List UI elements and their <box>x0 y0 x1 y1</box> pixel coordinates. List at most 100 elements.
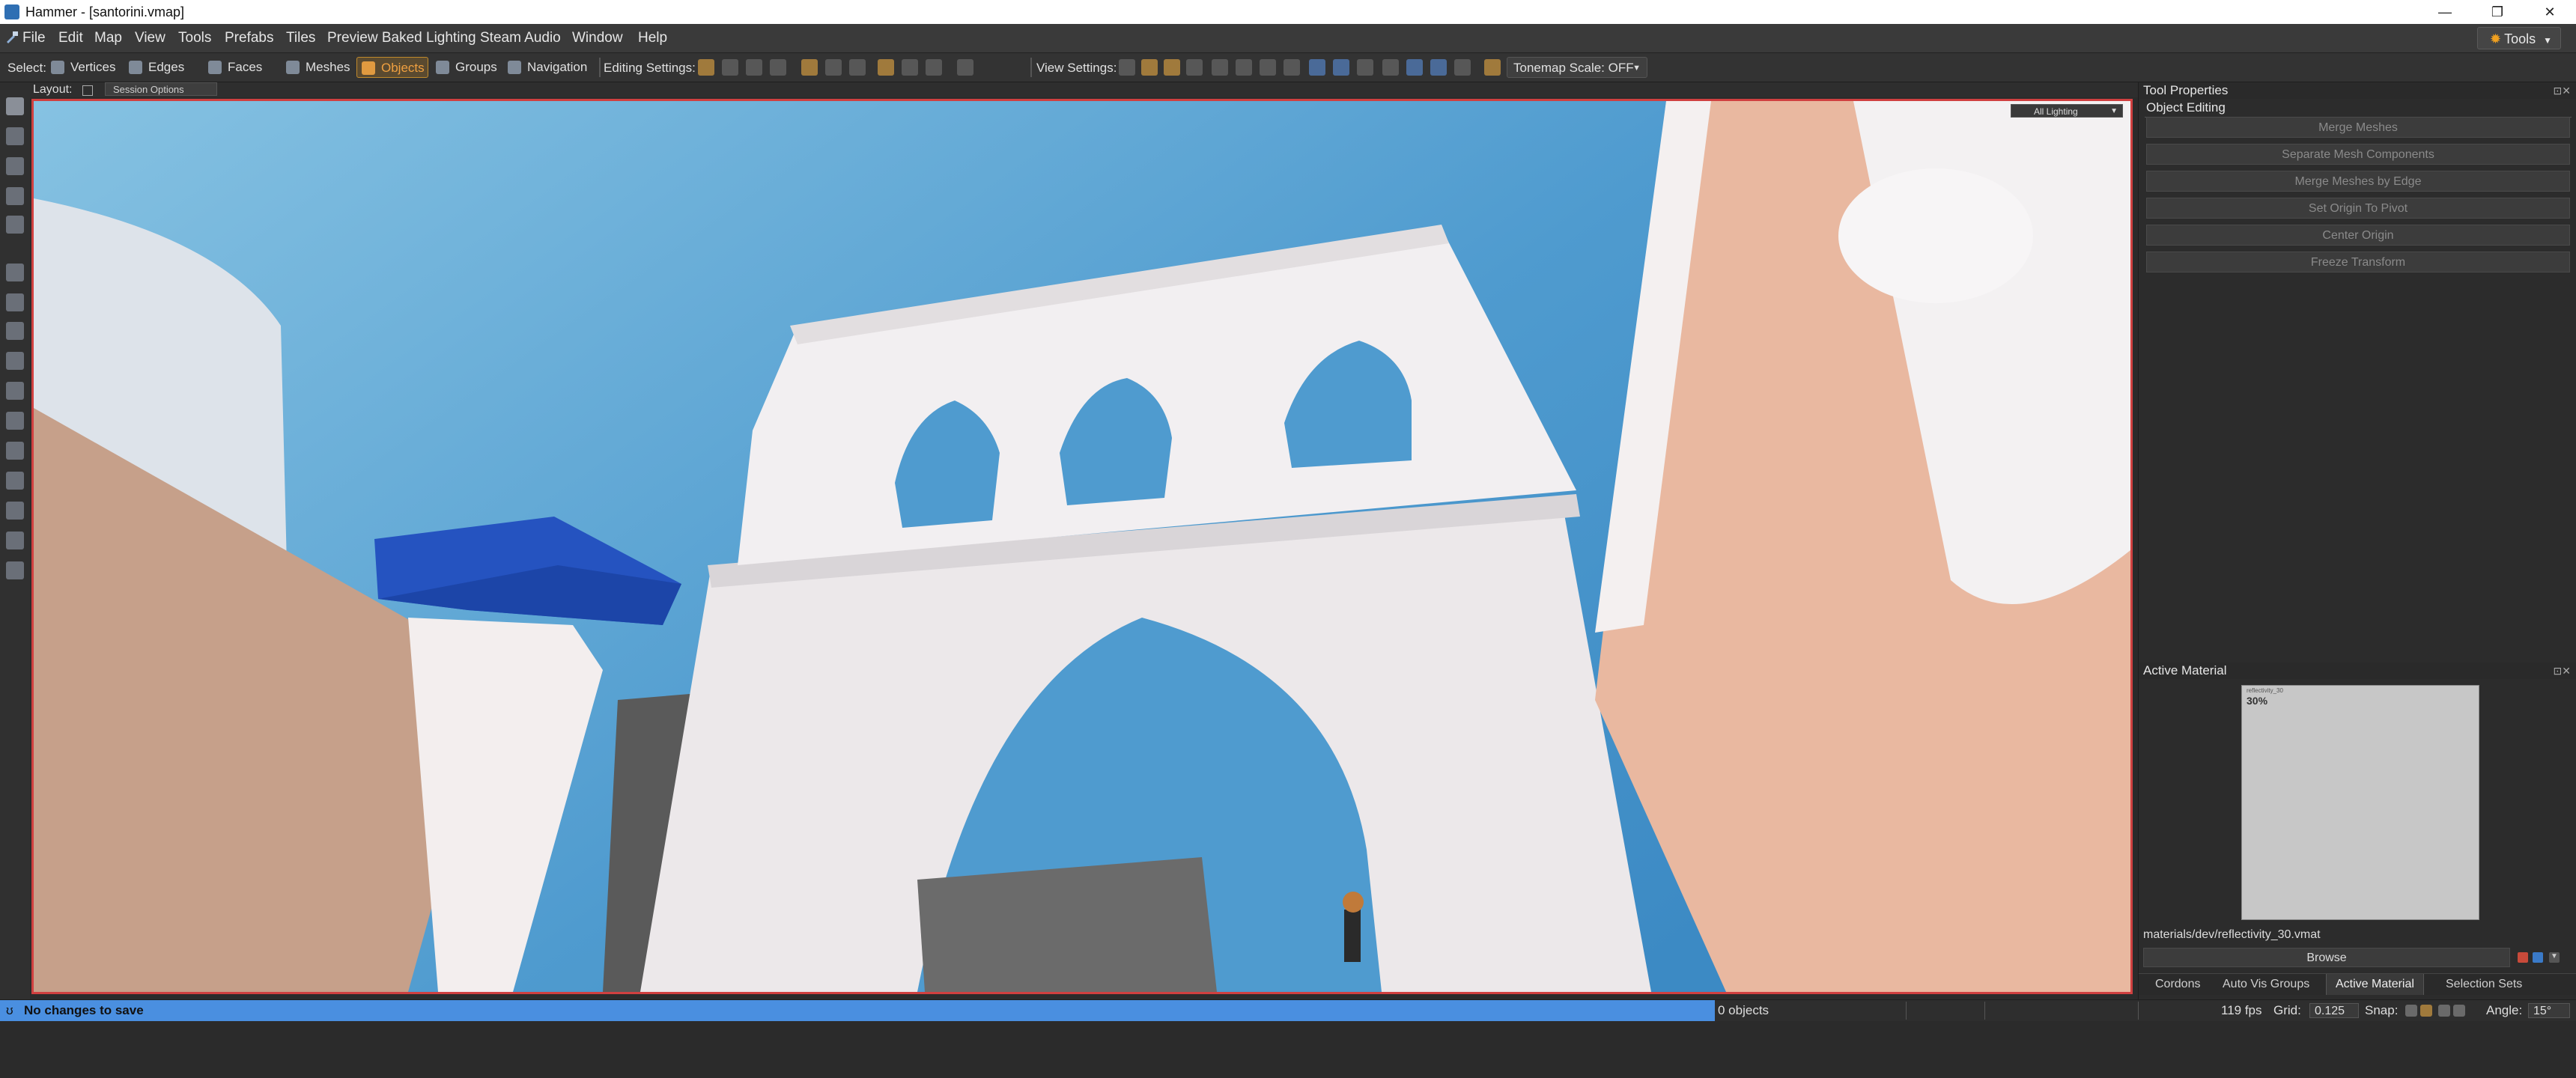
path-tool-icon[interactable] <box>6 322 24 340</box>
freeze-transform-button[interactable]: Freeze Transform <box>2146 252 2570 272</box>
view-option-icon[interactable] <box>1236 59 1252 76</box>
transform-space-icon[interactable] <box>770 59 786 76</box>
menu-view[interactable]: View <box>135 30 165 46</box>
view-option-icon[interactable] <box>1119 59 1135 76</box>
auto-uv-icon[interactable] <box>902 59 918 76</box>
marquee-select-icon[interactable] <box>722 59 738 76</box>
tab-active-material[interactable]: Active Material <box>2326 974 2424 995</box>
view-option-icon[interactable] <box>1357 59 1373 76</box>
select-navigation-button[interactable]: Navigation <box>503 57 596 78</box>
misc-tool-icon[interactable] <box>6 561 24 579</box>
material-lock-icon[interactable] <box>926 59 942 76</box>
snap-vertex-icon[interactable] <box>2420 1005 2432 1017</box>
menu-file[interactable]: File <box>22 30 46 46</box>
view-option-icon[interactable] <box>1186 59 1203 76</box>
select-tool-icon[interactable] <box>6 97 24 115</box>
view-option-icon[interactable] <box>1454 59 1471 76</box>
navigation-icon <box>508 61 521 74</box>
chevron-down-icon[interactable]: ▼ <box>2549 952 2560 963</box>
lighting-mode-dropdown[interactable]: All Lighting ▼ <box>2011 104 2123 118</box>
translate-tool-icon[interactable] <box>6 127 24 145</box>
angle-value: 15° <box>2533 1005 2552 1017</box>
camera-icon[interactable] <box>957 59 973 76</box>
paint-tool-icon[interactable] <box>6 472 24 490</box>
close-button[interactable]: ✕ <box>2524 0 2576 24</box>
view-option-icon[interactable] <box>1309 59 1325 76</box>
view-option-icon[interactable] <box>1141 59 1158 76</box>
empty-dock-area <box>0 1021 2576 1078</box>
view-option-icon[interactable] <box>1333 59 1349 76</box>
dock-close-icon[interactable]: ⊡✕ <box>2554 82 2571 99</box>
separate-mesh-components-button[interactable]: Separate Mesh Components <box>2146 144 2570 165</box>
material-apply-icon[interactable] <box>2533 952 2543 963</box>
minimize-button[interactable]: — <box>2419 0 2471 24</box>
block-tool-icon[interactable] <box>6 293 24 311</box>
pivot-toggle-icon[interactable] <box>746 59 762 76</box>
entity-tool-icon[interactable] <box>6 264 24 281</box>
view-option-icon[interactable] <box>1284 59 1300 76</box>
menu-help[interactable]: Help <box>638 30 667 46</box>
select-label: Select: <box>7 61 46 75</box>
menu-window[interactable]: Window <box>572 30 623 46</box>
3d-viewport[interactable]: All Lighting ▼ <box>31 99 2133 994</box>
tonemap-scale-label: Tonemap Scale: OFF <box>1513 61 1634 75</box>
view-option-icon[interactable] <box>1164 59 1180 76</box>
tonemap-icon[interactable] <box>1484 59 1501 76</box>
pivot-tool-icon[interactable] <box>6 216 24 234</box>
angle-dropdown[interactable]: 15° <box>2528 1003 2570 1018</box>
physics-tool-icon[interactable] <box>6 532 24 549</box>
grid-snap-toggle-icon[interactable] <box>698 59 714 76</box>
snap-grid-icon[interactable] <box>2405 1005 2417 1017</box>
spline-tool-icon[interactable] <box>6 412 24 430</box>
menu-tiles[interactable]: Tiles <box>286 30 315 46</box>
polygon-tool-icon[interactable] <box>6 352 24 370</box>
set-origin-to-pivot-button[interactable]: Set Origin To Pivot <box>2146 198 2570 219</box>
layout-checkbox[interactable] <box>82 85 93 96</box>
browse-button[interactable]: Browse <box>2143 948 2510 967</box>
toolbar-separator <box>1030 58 1032 77</box>
snap-edge-icon[interactable] <box>2453 1005 2465 1017</box>
snap-angle-icon[interactable] <box>2438 1005 2450 1017</box>
scale-tool-icon[interactable] <box>6 187 24 205</box>
material-preview[interactable]: reflectivity_30 30% <box>2241 685 2479 920</box>
view-option-icon[interactable] <box>1260 59 1276 76</box>
select-faces-button[interactable]: Faces <box>204 57 276 78</box>
tab-auto-vis-groups[interactable]: Auto Vis Groups <box>2214 974 2318 995</box>
menu-tools[interactable]: Tools <box>178 30 211 46</box>
hammer-menu-icon[interactable] <box>4 30 19 45</box>
select-hidden-icon[interactable] <box>825 59 842 76</box>
view-option-icon[interactable] <box>1212 59 1228 76</box>
select-groups-button[interactable]: Groups <box>431 57 506 78</box>
select-through-icon[interactable] <box>801 59 818 76</box>
center-origin-button[interactable]: Center Origin <box>2146 225 2570 246</box>
select-vertices-button[interactable]: Vertices <box>46 57 124 78</box>
material-pick-icon[interactable] <box>2518 952 2528 963</box>
dock-close-icon[interactable]: ⊡✕ <box>2554 663 2571 679</box>
select-backfaces-icon[interactable] <box>849 59 866 76</box>
tonemap-scale-dropdown[interactable]: Tonemap Scale: OFF ▼ <box>1507 57 1647 78</box>
select-meshes-button[interactable]: Meshes <box>282 57 359 78</box>
tools-dropdown[interactable]: ✹ Tools ▼ <box>2477 27 2561 49</box>
select-objects-button[interactable]: Objects <box>356 57 428 78</box>
restore-button[interactable]: ❐ <box>2471 0 2524 24</box>
menu-map[interactable]: Map <box>94 30 122 46</box>
tab-selection-sets[interactable]: Selection Sets <box>2437 974 2531 995</box>
clipping-tool-icon[interactable] <box>6 382 24 400</box>
texture-lock-icon[interactable] <box>878 59 894 76</box>
decal-tool-icon[interactable] <box>6 502 24 520</box>
view-option-icon[interactable] <box>1382 59 1399 76</box>
grid-size-dropdown[interactable]: 0.125 <box>2309 1003 2359 1018</box>
tab-cordons[interactable]: Cordons <box>2146 974 2209 995</box>
merge-meshes-button[interactable]: Merge Meshes <box>2146 117 2570 138</box>
menu-steam-audio[interactable]: Steam Audio <box>480 30 561 46</box>
merge-meshes-by-edge-button[interactable]: Merge Meshes by Edge <box>2146 171 2570 192</box>
view-option-icon[interactable] <box>1430 59 1447 76</box>
menu-edit[interactable]: Edit <box>58 30 83 46</box>
menu-preview-baked-lighting[interactable]: Preview Baked Lighting <box>327 30 476 46</box>
menu-prefabs[interactable]: Prefabs <box>225 30 273 46</box>
texture-tool-icon[interactable] <box>6 442 24 460</box>
layout-dropdown[interactable]: Session Options <box>105 82 217 96</box>
view-option-icon[interactable] <box>1406 59 1423 76</box>
rotate-tool-icon[interactable] <box>6 157 24 175</box>
select-edges-button[interactable]: Edges <box>124 57 199 78</box>
